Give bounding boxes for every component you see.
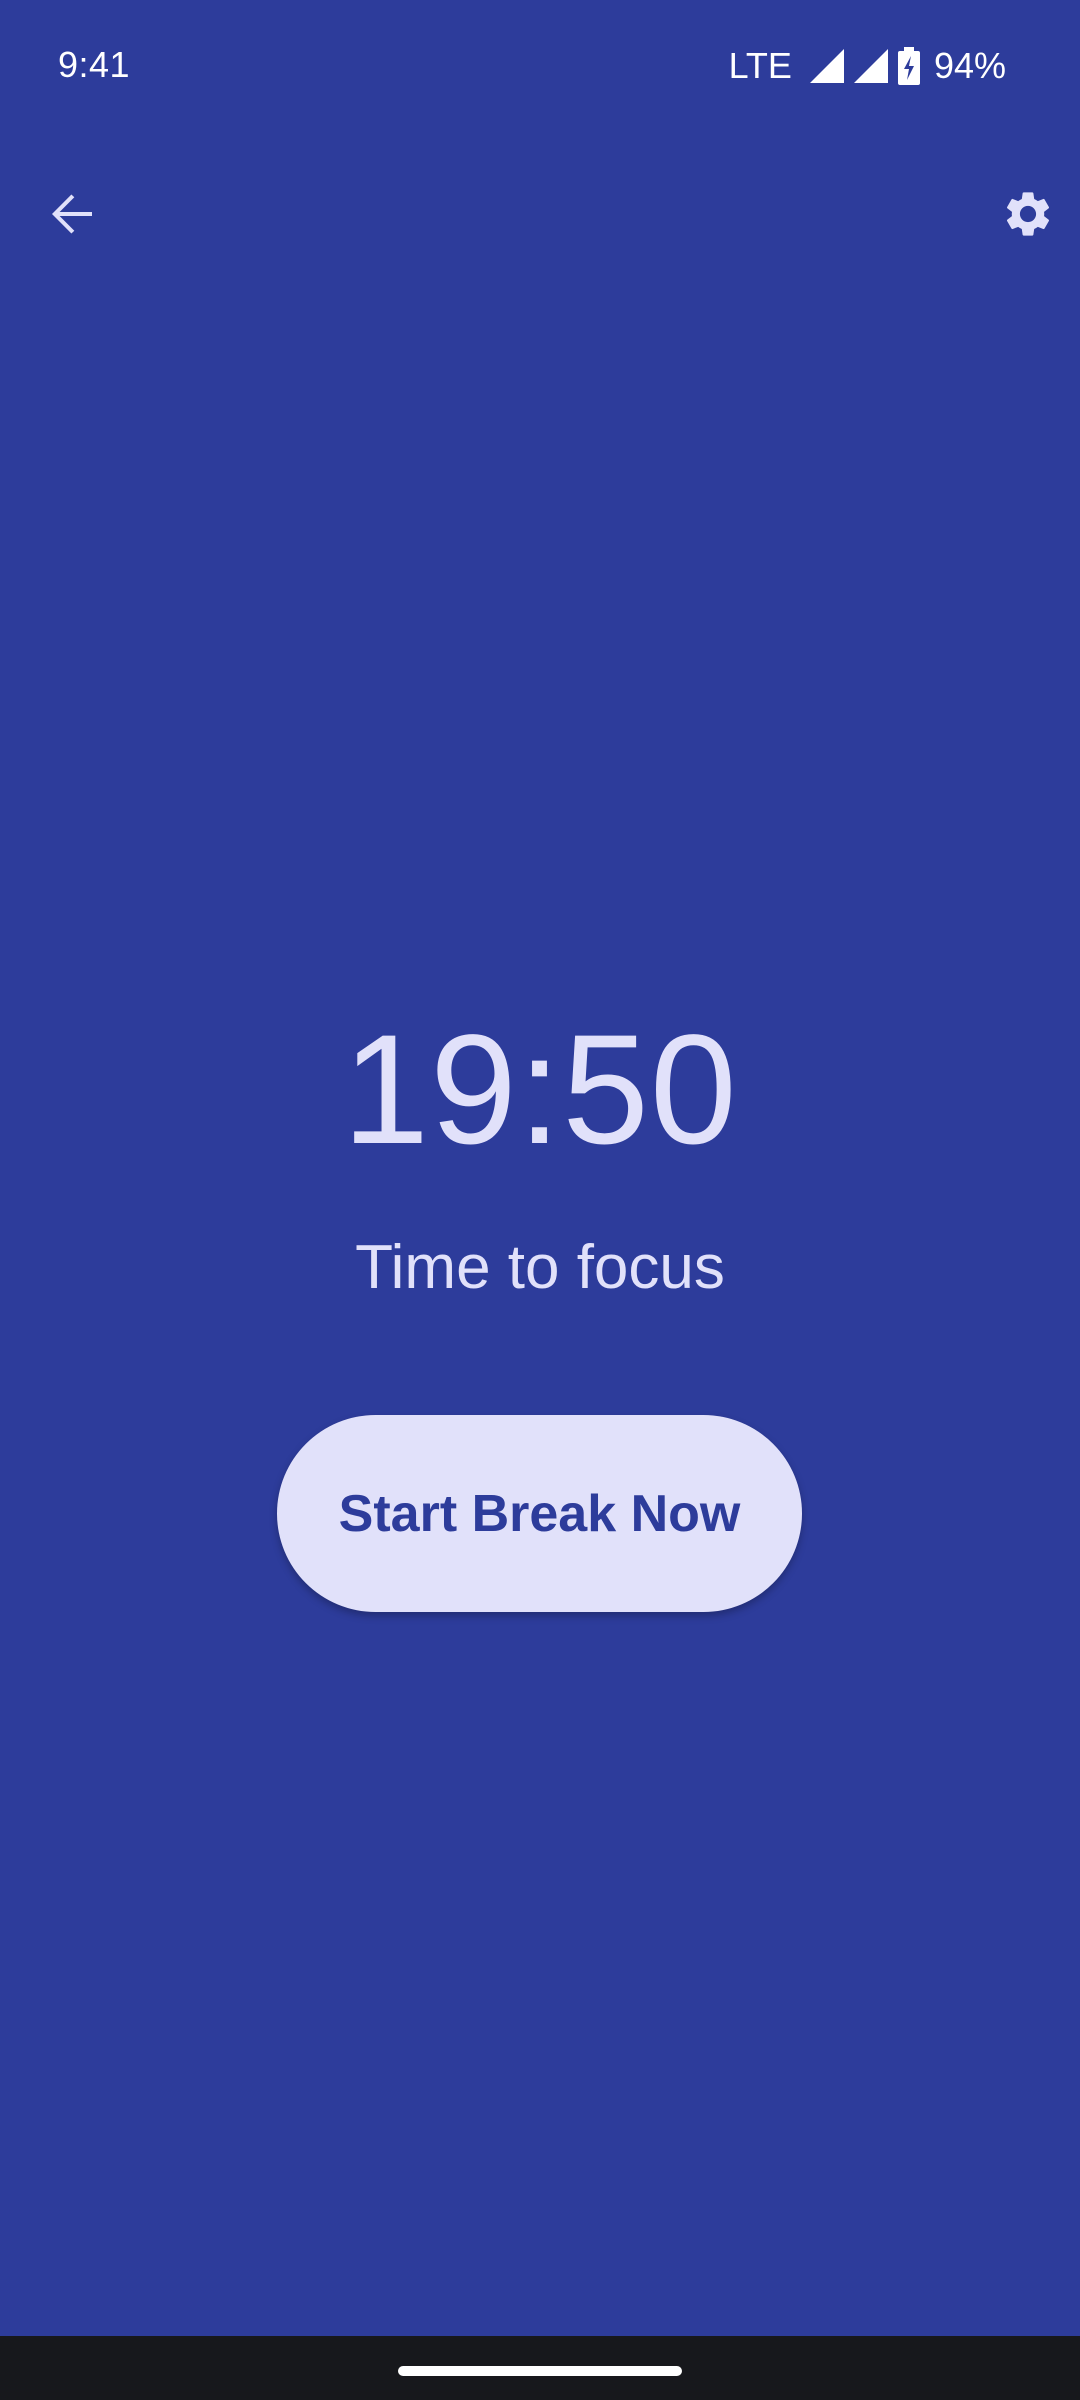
gear-icon — [1001, 187, 1055, 246]
focus-status-label: Time to focus — [355, 1233, 725, 1302]
start-break-button[interactable]: Start Break Now — [277, 1415, 802, 1612]
navigation-bar — [0, 2336, 1080, 2400]
network-type: LTE — [728, 45, 792, 86]
battery-percent: 94% — [933, 45, 1006, 86]
settings-button[interactable] — [990, 178, 1066, 254]
arrow-back-icon — [50, 192, 94, 241]
status-indicators: LTE 94% — [729, 44, 1006, 88]
app-bar — [0, 150, 1080, 270]
signal-icon — [809, 49, 844, 83]
status-time: 9:41 — [58, 44, 131, 85]
focus-screen: 9:41 LTE 94% 19:50 Time to focus Start B… — [0, 0, 1080, 2400]
status-bar: 9:41 LTE 94% — [0, 0, 1080, 130]
home-indicator[interactable] — [398, 2366, 682, 2376]
back-button[interactable] — [34, 178, 110, 254]
focus-timer: 19:50 — [342, 1003, 738, 1177]
battery-charging-icon — [897, 47, 920, 85]
signal-icon — [853, 49, 888, 83]
